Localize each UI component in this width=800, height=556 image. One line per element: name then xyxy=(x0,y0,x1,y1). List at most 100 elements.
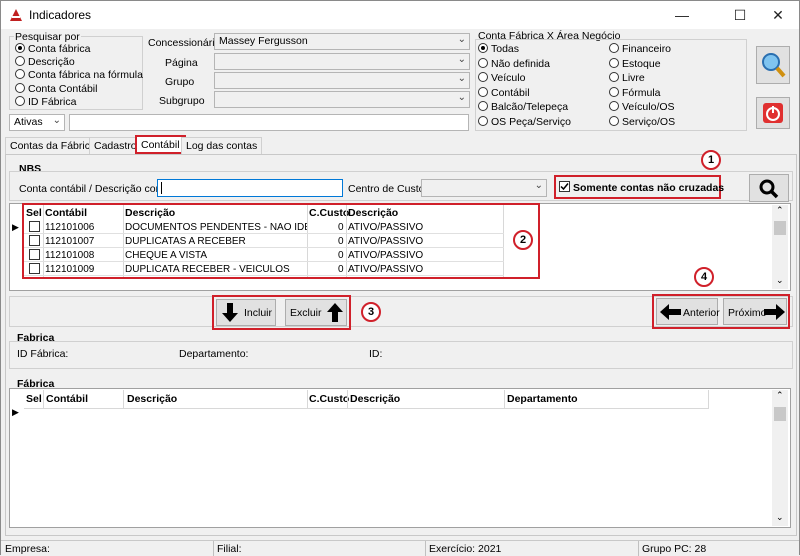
fabrica-column-header[interactable]: Descrição xyxy=(127,393,177,405)
radio-icon[interactable] xyxy=(478,72,488,82)
search-input[interactable] xyxy=(69,114,469,131)
table-cell-descricao2: ATIVO/PASSIVO xyxy=(348,264,424,275)
fabrica-column-header[interactable]: Contábil xyxy=(46,393,88,405)
fabrica-column-header[interactable]: Descrição xyxy=(350,393,400,405)
radio-icon[interactable] xyxy=(15,82,25,93)
radio-label: Balcão/Telepeça xyxy=(491,101,569,113)
radio-icon[interactable] xyxy=(478,115,488,126)
area-option[interactable]: Todas xyxy=(478,43,519,55)
subgrupo-select[interactable]: ⌄ xyxy=(214,91,470,108)
area-option[interactable]: Fórmula xyxy=(609,86,661,99)
radio-icon[interactable] xyxy=(15,56,25,67)
fabrica-grid-scrollbar[interactable]: ⌃ ⌄ xyxy=(772,390,788,526)
nbs-search-button[interactable] xyxy=(749,174,789,202)
status-bar: Empresa: Filial: Exercício: 2021 Grupo P… xyxy=(1,540,799,556)
radio-label: Conta fábrica xyxy=(28,43,91,55)
status-exercicio: Exercício: 2021 xyxy=(429,543,502,555)
table-cell-descricao: CHEQUE A VISTA xyxy=(125,250,208,261)
nbs-column-header[interactable]: Contábil xyxy=(45,207,87,219)
area-option[interactable]: Balcão/Telepeça xyxy=(478,101,568,113)
conta-input[interactable] xyxy=(157,179,343,197)
pagina-select[interactable]: ⌄ xyxy=(214,53,470,70)
tab-contabil[interactable]: Contábil xyxy=(135,135,186,154)
nbs-column-header[interactable]: Sel xyxy=(26,207,42,219)
area-option[interactable]: Contábil xyxy=(478,86,530,99)
radio-icon[interactable] xyxy=(609,101,619,111)
fabrica-column-header[interactable]: C.Custo xyxy=(309,393,349,405)
radio-icon[interactable] xyxy=(609,72,619,82)
fabrica-column-header[interactable]: Sel xyxy=(26,393,42,405)
row-select-checkbox[interactable] xyxy=(29,221,40,232)
power-button[interactable] xyxy=(756,97,790,129)
nbs-column-header[interactable]: Descrição xyxy=(348,207,398,219)
search-by-option[interactable]: ID Fábrica xyxy=(15,95,76,108)
search-by-option[interactable]: Conta fábrica xyxy=(15,43,90,55)
area-option[interactable]: Livre xyxy=(609,72,645,84)
somente-label: Somente contas não cruzadas xyxy=(573,182,725,194)
table-cell-ccusto: 0 xyxy=(338,264,344,275)
grid-col-divider xyxy=(708,390,709,408)
radio-label: Estoque xyxy=(622,57,661,70)
table-cell-descricao2: ATIVO/PASSIVO xyxy=(348,222,424,233)
table-cell-descricao: DOCUMENTOS PENDENTES - NAO IDENTIFIC xyxy=(125,222,307,233)
radio-label: Veículo/OS xyxy=(622,101,675,113)
row-select-checkbox[interactable] xyxy=(29,263,40,274)
proximo-button[interactable]: Próximo xyxy=(723,298,787,325)
tab-contas-fabrica[interactable]: Contas da Fábrica xyxy=(5,137,101,154)
radio-icon[interactable] xyxy=(609,86,619,97)
radio-icon[interactable] xyxy=(478,101,488,111)
radio-label: Não definida xyxy=(491,57,550,70)
tab-log-contas[interactable]: Log das contas xyxy=(181,137,263,154)
somente-checkbox[interactable] xyxy=(559,181,570,192)
status-select[interactable]: Ativas ⌄ xyxy=(9,114,65,131)
pagina-label: Página xyxy=(165,57,198,69)
row-select-checkbox[interactable] xyxy=(29,235,40,246)
table-cell-ccusto: 0 xyxy=(338,236,344,247)
radio-icon[interactable] xyxy=(609,115,619,126)
grid-col-divider xyxy=(43,390,44,408)
incluir-button[interactable]: Incluir xyxy=(216,299,276,326)
radio-icon[interactable] xyxy=(609,57,619,68)
search-by-option[interactable]: Descrição xyxy=(15,56,75,68)
excluir-button[interactable]: Excluir xyxy=(285,299,347,326)
grid-row-divider xyxy=(24,261,504,262)
centro-custo-select[interactable]: ⌄ xyxy=(421,179,547,197)
tab-cadastro[interactable]: Cadastro xyxy=(89,137,142,154)
area-option[interactable]: Financeiro xyxy=(609,43,671,55)
anterior-button[interactable]: Anterior xyxy=(656,298,720,325)
area-option[interactable]: Não definida xyxy=(478,57,550,70)
area-option[interactable]: Veículo xyxy=(478,72,525,84)
row-indicator-icon: ▶ xyxy=(12,222,19,232)
radio-label: Livre xyxy=(622,72,645,84)
radio-icon[interactable] xyxy=(478,43,488,53)
area-option[interactable]: Serviço/OS xyxy=(609,115,675,128)
radio-icon[interactable] xyxy=(15,69,25,80)
search-by-option[interactable]: Conta Contábil xyxy=(15,82,97,95)
concessionaria-select[interactable]: Massey Fergusson ⌄ xyxy=(214,33,470,50)
subgrupo-label: Subgrupo xyxy=(159,95,205,107)
table-cell-descricao: DUPLICATAS A RECEBER xyxy=(125,236,246,247)
area-option[interactable]: Veículo/OS xyxy=(609,101,675,113)
radio-label: Financeiro xyxy=(622,43,672,55)
main-window: Indicadores — ☐ ✕ Pesquisar por Conta fá… xyxy=(0,0,800,556)
row-select-checkbox[interactable] xyxy=(29,249,40,260)
nbs-grid-scrollbar[interactable]: ⌃ ⌄ xyxy=(772,205,788,289)
search-button[interactable] xyxy=(756,46,790,84)
radio-icon[interactable] xyxy=(478,86,488,97)
nbs-column-header[interactable]: C.Custo xyxy=(309,207,349,219)
fabrica-grid xyxy=(9,388,791,528)
minimize-button[interactable]: — xyxy=(659,1,705,29)
grupo-select[interactable]: ⌄ xyxy=(214,72,470,89)
area-option[interactable]: OS Peça/Serviço xyxy=(478,115,571,128)
nbs-column-header[interactable]: Descrição xyxy=(125,207,175,219)
area-option[interactable]: Estoque xyxy=(609,57,661,70)
radio-icon[interactable] xyxy=(15,43,25,53)
row-indicator-icon: ▶ xyxy=(12,407,19,417)
fabrica-column-header[interactable]: Departamento xyxy=(507,393,578,405)
magnifier-icon xyxy=(759,179,779,199)
radio-icon[interactable] xyxy=(15,95,25,106)
radio-icon[interactable] xyxy=(609,43,619,53)
close-button[interactable]: ✕ xyxy=(755,1,800,29)
search-by-option[interactable]: Conta fábrica na fórmula xyxy=(15,69,143,81)
radio-icon[interactable] xyxy=(478,57,488,68)
